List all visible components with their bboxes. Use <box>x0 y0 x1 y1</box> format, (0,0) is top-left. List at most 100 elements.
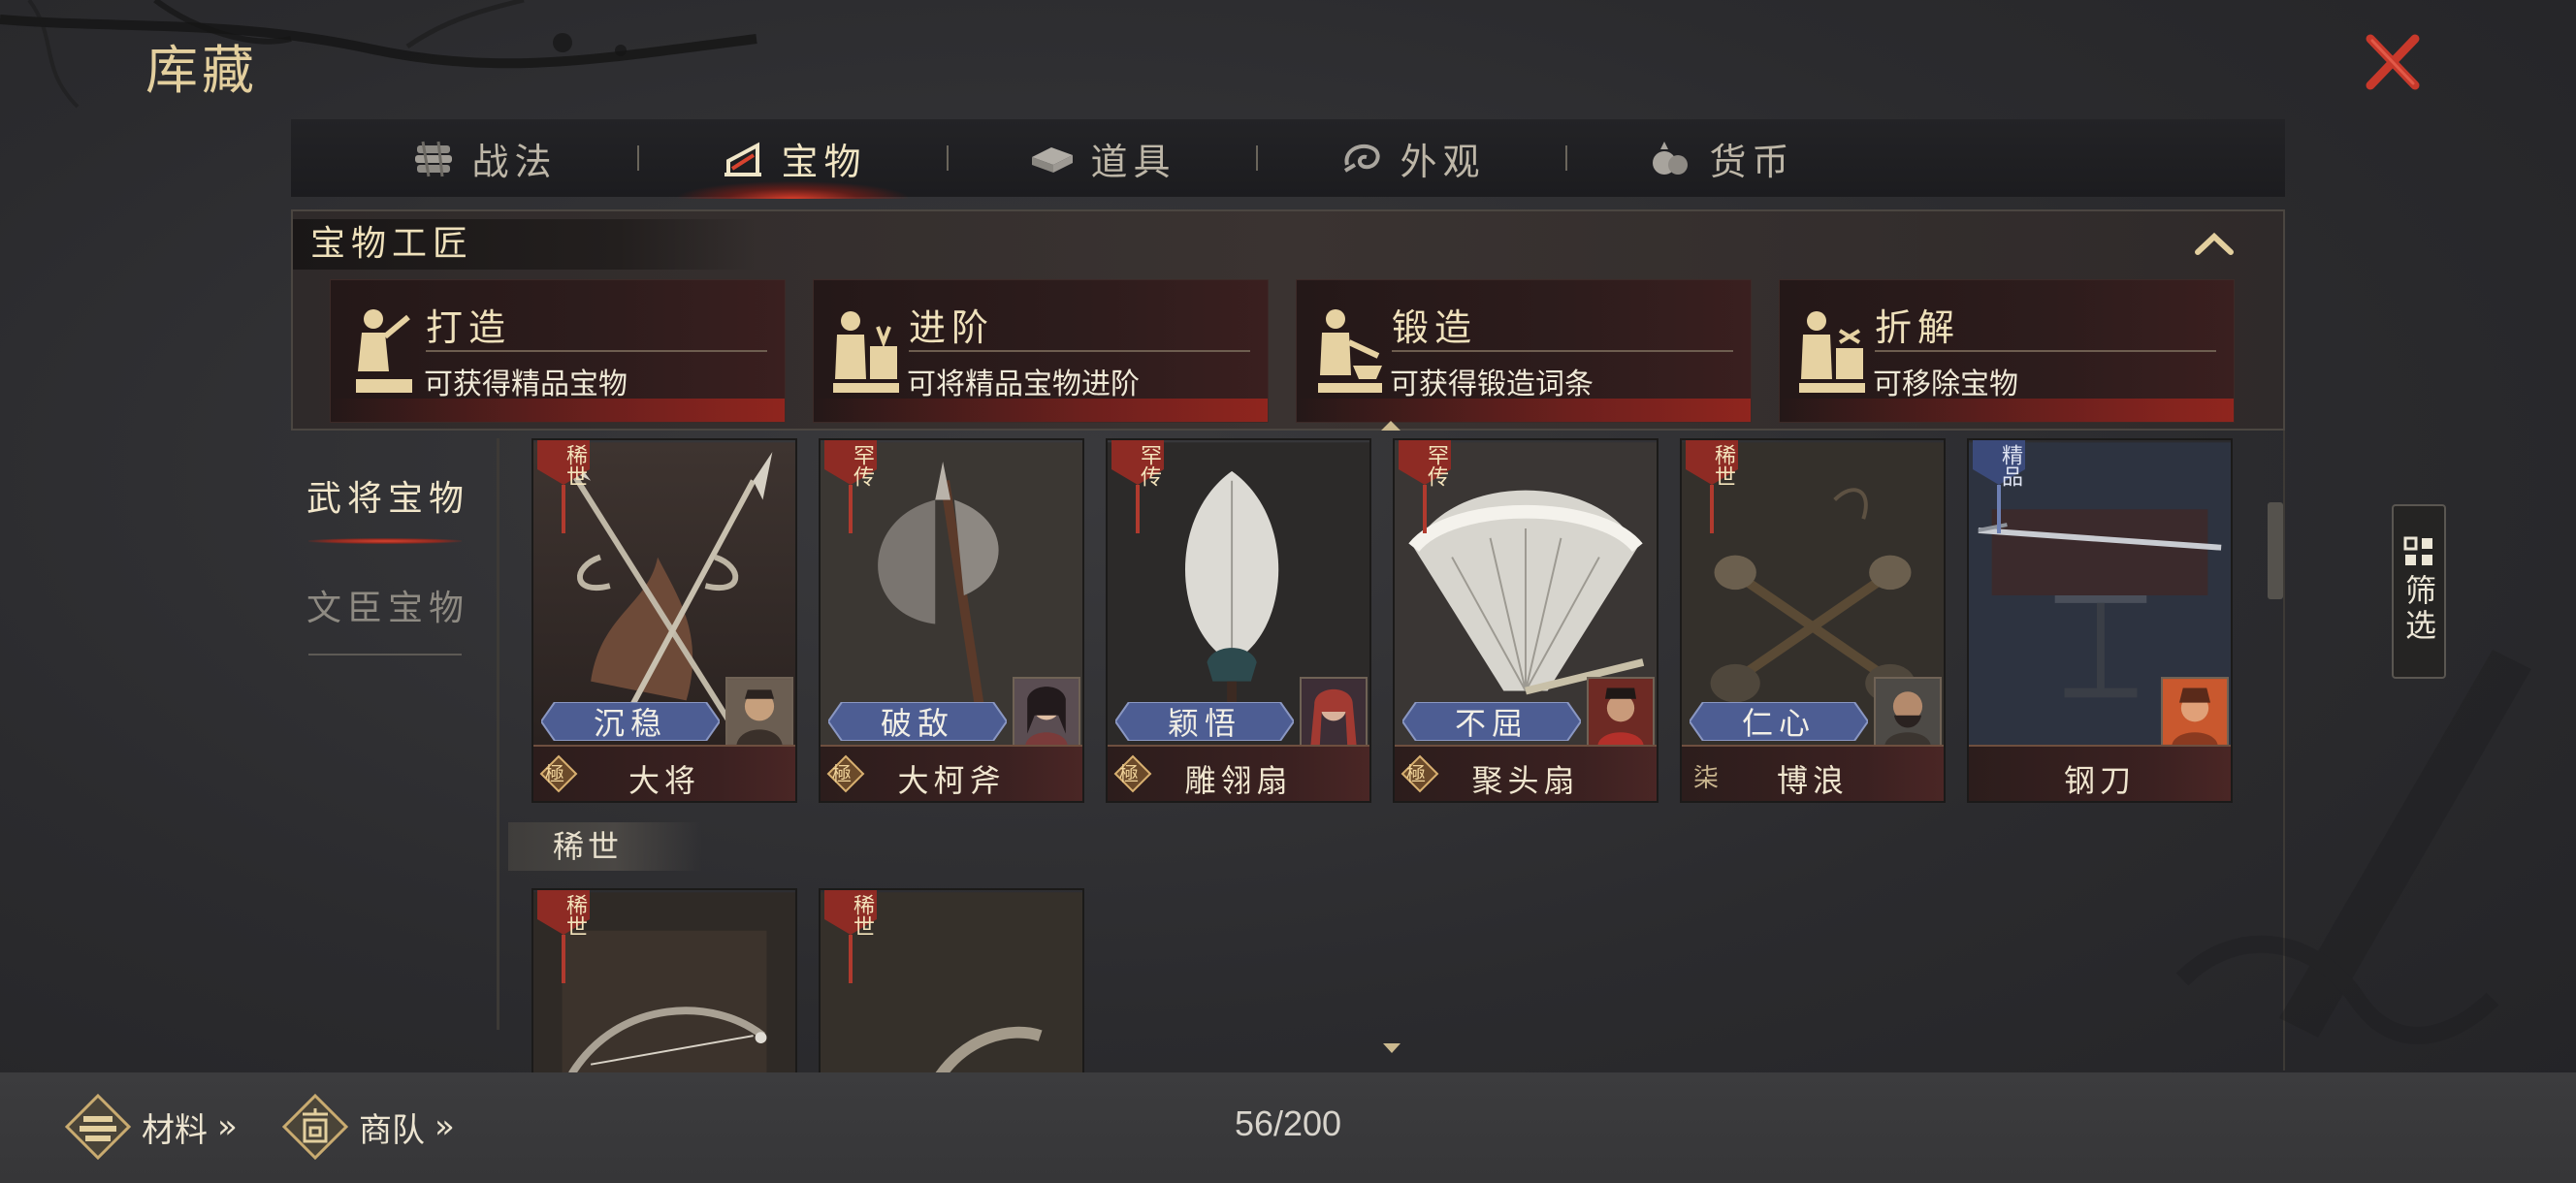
chevron-up-icon[interactable] <box>2192 225 2237 264</box>
trait-tag: 仁心 <box>1690 702 1868 742</box>
tab-currency[interactable]: 货币 <box>1567 119 1875 197</box>
anvil-forge-icon <box>1318 309 1382 393</box>
materials-label: 材料 <box>142 1110 208 1150</box>
close-icon[interactable] <box>2359 29 2427 97</box>
item-name: 钢刀 <box>2063 762 2136 799</box>
tab-label: 道具 <box>1090 140 1176 183</box>
active-indicator <box>308 538 462 544</box>
craft-card-forge[interactable]: 打造 可获得精品宝物 <box>330 279 786 423</box>
divider <box>909 350 1250 352</box>
divider <box>1392 350 1733 352</box>
ink-branch-decoration <box>0 0 757 109</box>
treasure-card-dajiang[interactable]: 稀世 沉稳 極 大将 <box>531 438 797 803</box>
materials-link[interactable]: 材料 » <box>64 1088 238 1166</box>
tab-items[interactable]: 道具 <box>949 119 1256 197</box>
grid-filter-icon <box>2403 536 2432 565</box>
item-name-bar: 柒 博浪 <box>1682 745 1944 801</box>
page-title: 库藏 <box>145 40 258 101</box>
panel-pointer-icon <box>1381 421 1401 431</box>
hero-portrait-avatar[interactable] <box>1874 677 1942 747</box>
inventory-capacity: 56/200 <box>1234 1103 1342 1143</box>
rarity-label: 罕传 <box>1424 444 1448 487</box>
blacksmith-icon <box>356 309 412 393</box>
category-tab-bar: 战法 宝物 道具 外观 货币 <box>291 119 2285 199</box>
tab-label: 战法 <box>471 140 558 183</box>
hero-portrait-avatar[interactable] <box>1587 677 1655 747</box>
tab-label: 货币 <box>1709 140 1795 183</box>
side-tab-general-treasure[interactable]: 武将宝物 <box>291 470 485 521</box>
grid-right-border <box>2283 431 2285 1071</box>
rarity-label: 罕传 <box>1137 444 1161 487</box>
treasure-grid-row: 稀世 沉稳 極 大将 罕传 破敌 極 大柯斧 罕传 颖悟 極 雕翎扇 罕传 不屈… <box>531 438 2233 803</box>
tab-appearance[interactable]: 外观 <box>1258 119 1565 197</box>
scrollbar-thumb[interactable] <box>2268 502 2283 599</box>
treasure-card-bolang[interactable]: 稀世 仁心 柒 博浪 <box>1680 438 1946 803</box>
inactive-indicator <box>308 654 462 655</box>
treasure-card-dagger[interactable]: 稀世 <box>819 888 1084 1072</box>
craft-desc: 可获得锻造词条 <box>1390 368 1594 401</box>
filter-button[interactable]: 筛选 <box>2392 504 2446 679</box>
trait-tag: 沉稳 <box>541 702 720 742</box>
tab-label: 外观 <box>1400 140 1486 183</box>
tab-tactics[interactable]: 战法 <box>330 119 637 197</box>
trait-label: 不屈 <box>1454 705 1529 742</box>
craft-desc: 可将精品宝物进阶 <box>907 368 1140 401</box>
side-tab-minister-treasure[interactable]: 文臣宝物 <box>291 580 485 630</box>
item-name-bar: 極 聚头扇 <box>1395 745 1657 801</box>
treasure-card-bow[interactable]: 稀世 <box>531 888 797 1072</box>
hero-portrait-avatar[interactable] <box>1013 677 1080 747</box>
money-bag-icon <box>1653 142 1689 175</box>
item-name-bar: 钢刀 <box>1969 745 2231 801</box>
tab-label: 宝物 <box>781 140 867 183</box>
rarity-label: 稀世 <box>1711 444 1735 487</box>
merchant-diamond-icon <box>281 1093 349 1161</box>
ingot-icon <box>1032 147 1074 173</box>
treasure-stand-icon <box>724 142 762 176</box>
craft-card-smelt[interactable]: 锻造 可获得锻造词条 <box>1296 279 1752 423</box>
scroll-bundle-icon <box>415 141 453 177</box>
craft-title: 打造 <box>426 306 512 349</box>
trait-label: 仁心 <box>1741 705 1816 742</box>
rarity-label: 稀世 <box>563 894 587 937</box>
craft-title: 进阶 <box>909 306 995 349</box>
craft-title: 折解 <box>1875 306 1961 349</box>
swirl-icon <box>1344 144 1380 173</box>
caravan-link[interactable]: 商队 » <box>281 1088 455 1166</box>
double-chevron-right-icon: » <box>435 1107 455 1146</box>
sidebar-divider <box>497 438 499 1030</box>
hero-portrait-avatar[interactable] <box>1300 677 1368 747</box>
item-name: 雕翎扇 <box>1184 762 1293 799</box>
treasure-grid-row: 稀世 稀世 <box>531 888 1084 1072</box>
item-name: 博浪 <box>1776 762 1849 799</box>
treasure-card-dakefu[interactable]: 罕传 破敌 極 大柯斧 <box>819 438 1084 803</box>
trait-label: 沉稳 <box>593 705 667 742</box>
item-name-bar: 極 大将 <box>533 745 795 801</box>
treasure-card-diaolingshan[interactable]: 罕传 颖悟 極 雕翎扇 <box>1106 438 1371 803</box>
craft-desc: 可移除宝物 <box>1873 368 2018 401</box>
trait-tag: 不屈 <box>1402 702 1581 742</box>
trait-label: 颖悟 <box>1167 705 1241 742</box>
materials-diamond-icon <box>64 1093 132 1161</box>
scroll-down-icon <box>1383 1043 1401 1053</box>
tab-treasure[interactable]: 宝物 <box>639 119 947 199</box>
rarity-label: 罕传 <box>850 444 874 487</box>
item-name: 大柯斧 <box>897 762 1006 799</box>
hero-portrait-avatar[interactable] <box>725 677 793 747</box>
item-name: 大将 <box>628 762 700 799</box>
caravan-label: 商队 <box>359 1110 425 1150</box>
craft-card-dismantle[interactable]: 折解 可移除宝物 <box>1779 279 2235 423</box>
rarity-label: 稀世 <box>850 894 874 937</box>
craft-card-advance[interactable]: 进阶 可将精品宝物进阶 <box>813 279 1269 423</box>
hero-portrait-avatar[interactable] <box>2161 677 2229 747</box>
divider <box>426 350 767 352</box>
treasure-card-jutoushan[interactable]: 罕传 不屈 極 聚头扇 <box>1393 438 1658 803</box>
item-name-bar: 極 雕翎扇 <box>1108 745 1369 801</box>
item-name: 聚头扇 <box>1471 762 1580 799</box>
treasure-card-gangdao[interactable]: 精品 钢刀 <box>1967 438 2233 803</box>
rarity-section-header: 稀世 <box>508 822 702 871</box>
item-name-bar: 極 大柯斧 <box>821 745 1082 801</box>
trait-tag: 颖悟 <box>1115 702 1294 742</box>
dismantle-icon <box>1799 311 1865 393</box>
rarity-label: 精品 <box>1998 444 2022 487</box>
trait-tag: 破敌 <box>828 702 1007 742</box>
